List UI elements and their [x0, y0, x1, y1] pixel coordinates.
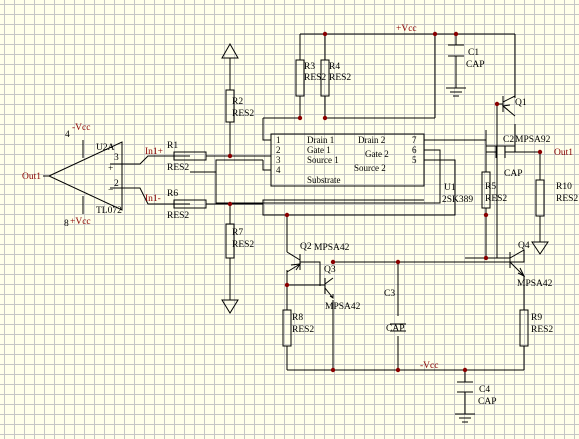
- resistor-r6: R6 RES2: [167, 189, 207, 221]
- svg-text:Source 2: Source 2: [354, 163, 386, 173]
- svg-text:U2A: U2A: [96, 143, 115, 153]
- svg-text:8: 8: [64, 219, 69, 229]
- svg-text:RES2: RES2: [556, 194, 578, 204]
- svg-text:Drain 2: Drain 2: [358, 135, 385, 145]
- net-label-in1-plus: In1+: [145, 147, 163, 157]
- schematic-drawing: 1 Drain 1 2 Gate 1 3 Source 1 4 Substrat…: [22, 24, 578, 423]
- svg-text:C3: C3: [384, 289, 395, 299]
- svg-text:R3: R3: [304, 62, 315, 72]
- resistor-r10: R10 RES2: [535, 179, 578, 217]
- net-label-in1-minus: In1-: [145, 194, 161, 204]
- svg-text:CAP: CAP: [478, 397, 496, 407]
- svg-text:4: 4: [65, 130, 70, 140]
- svg-text:U1: U1: [444, 183, 456, 193]
- resistor-r2: R2 RES2: [225, 89, 254, 123]
- svg-text:C2: C2: [503, 135, 514, 145]
- svg-text:TL072: TL072: [96, 206, 122, 216]
- transistor-q4: Q4 MPSA42: [509, 241, 553, 289]
- transistor-q2: Q2 MPSA42: [286, 242, 350, 273]
- svg-text:Source 1: Source 1: [307, 155, 339, 165]
- svg-text:MPSA92: MPSA92: [515, 135, 551, 145]
- svg-text:Gate 1: Gate 1: [307, 145, 331, 155]
- svg-text:2: 2: [114, 179, 119, 189]
- svg-text:R10: R10: [556, 182, 572, 192]
- svg-text:R6: R6: [167, 189, 178, 199]
- ground-icon: [455, 413, 475, 423]
- svg-text:Drain 1: Drain 1: [307, 135, 334, 145]
- svg-text:Q4: Q4: [518, 241, 530, 251]
- svg-text:MPSA42: MPSA42: [314, 243, 350, 253]
- svg-text:R9: R9: [531, 313, 542, 323]
- power-port-icon: [221, 299, 239, 314]
- svg-text:+Vcc: +Vcc: [70, 217, 91, 227]
- svg-text:Gate 2: Gate 2: [365, 149, 389, 159]
- svg-text:CAP: CAP: [386, 324, 404, 334]
- power-port-icon: [221, 42, 239, 59]
- u2a-opamp: + − 3 2 4 8 U2A TL072 -Vcc +Vcc: [47, 123, 123, 229]
- u1-2sk389: 1 Drain 1 2 Gate 1 3 Source 1 4 Substrat…: [270, 133, 473, 205]
- svg-text:Q3: Q3: [324, 265, 336, 275]
- schematic-sheet: 1 Drain 1 2 Gate 1 3 Source 1 4 Substrat…: [0, 0, 579, 439]
- svg-text:R1: R1: [167, 141, 178, 151]
- svg-text:CAP: CAP: [466, 60, 484, 70]
- svg-text:Substrate: Substrate: [307, 175, 341, 185]
- net-label-out1-right: Out1: [554, 148, 573, 158]
- svg-text:RES2: RES2: [167, 163, 189, 173]
- svg-text:3: 3: [276, 155, 281, 165]
- svg-text:Q1: Q1: [515, 98, 527, 108]
- svg-text:2: 2: [276, 145, 281, 155]
- svg-text:7: 7: [412, 135, 417, 145]
- svg-text:R7: R7: [232, 228, 243, 238]
- net-label-vcc-bottom: -Vcc: [420, 361, 438, 371]
- svg-text:RES2: RES2: [167, 211, 189, 221]
- svg-text:5: 5: [412, 155, 417, 165]
- resistor-r9: R9 RES2: [519, 309, 553, 347]
- capacitor-c4: C4 CAP: [457, 381, 496, 407]
- svg-text:RES2: RES2: [232, 240, 254, 250]
- svg-text:RES2: RES2: [304, 73, 326, 83]
- transistor-q3: Q3 MPSA42: [324, 265, 361, 312]
- svg-text:R8: R8: [292, 313, 303, 323]
- svg-text:RES2: RES2: [232, 109, 254, 119]
- net-label-vcc-top: +Vcc: [396, 24, 417, 34]
- resistor-r8: R8 RES2: [282, 309, 314, 347]
- resistor-r1: R1 RES2: [167, 141, 207, 173]
- svg-text:MPSA42: MPSA42: [325, 302, 361, 312]
- svg-text:R4: R4: [329, 62, 340, 72]
- svg-text:RES2: RES2: [531, 325, 553, 335]
- svg-text:RES2: RES2: [292, 325, 314, 335]
- svg-text:C1: C1: [468, 48, 479, 58]
- svg-text:+: +: [108, 164, 113, 174]
- svg-text:1: 1: [276, 135, 281, 145]
- wires: [43, 33, 541, 414]
- svg-text:-Vcc: -Vcc: [72, 123, 90, 133]
- resistor-r7: R7 RES2: [225, 223, 254, 259]
- capacitor-c3: C3 CAP: [384, 289, 406, 334]
- net-label-out1-left: Out1: [22, 172, 41, 182]
- ground-icon: [446, 87, 466, 97]
- svg-text:4: 4: [276, 165, 281, 175]
- svg-text:Q2: Q2: [300, 242, 312, 252]
- svg-text:R5: R5: [485, 182, 496, 192]
- svg-text:RES2: RES2: [485, 194, 507, 204]
- svg-text:MPSA42: MPSA42: [517, 279, 553, 289]
- svg-text:3: 3: [114, 153, 119, 163]
- svg-text:2SK389: 2SK389: [442, 195, 473, 205]
- svg-text:CAP: CAP: [504, 169, 522, 179]
- svg-text:−: −: [108, 186, 113, 196]
- svg-text:R2: R2: [232, 97, 243, 107]
- svg-text:RES2: RES2: [329, 73, 351, 83]
- svg-text:C4: C4: [479, 385, 490, 395]
- capacitor-c1: C1 CAP: [448, 44, 484, 70]
- power-port-icon: [531, 241, 549, 255]
- svg-text:6: 6: [412, 145, 417, 155]
- resistor-r3: R3 RES2: [295, 59, 326, 97]
